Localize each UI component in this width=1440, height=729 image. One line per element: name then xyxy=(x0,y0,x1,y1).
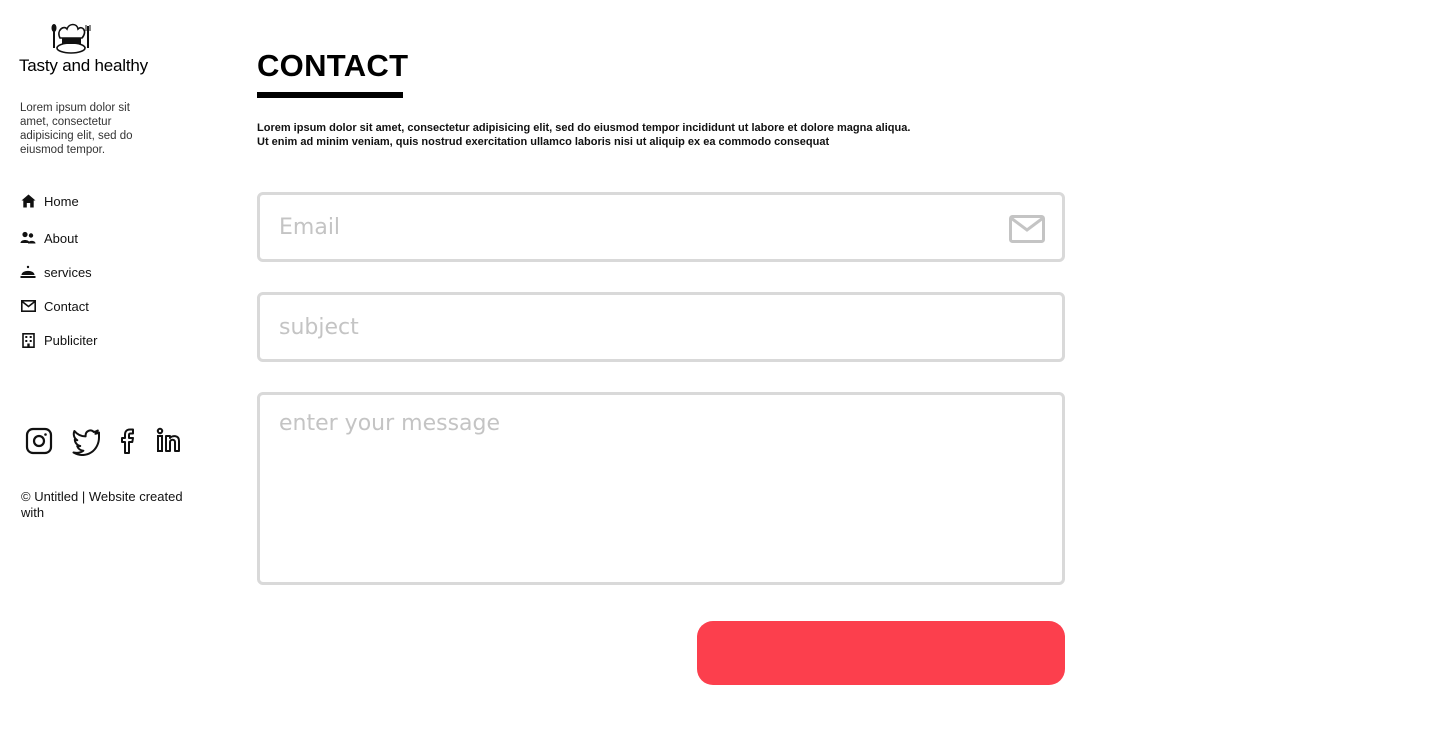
sidebar-item-label: services xyxy=(44,264,92,280)
footer-credit: © Untitled | Website created with xyxy=(21,489,183,520)
message-field-wrapper xyxy=(257,392,1065,585)
sidebar-item-label: Home xyxy=(44,193,79,209)
sidebar-item-contact[interactable]: Contact xyxy=(20,296,200,316)
building-icon xyxy=(20,332,36,348)
brand-name: Tasty and healthy xyxy=(19,56,148,75)
sidebar-item-label: Publiciter xyxy=(44,332,98,348)
envelope-icon xyxy=(20,298,36,314)
title-underline xyxy=(257,92,403,98)
users-icon xyxy=(20,230,36,246)
intro-line-1: Lorem ipsum dolor sit amet, consectetur … xyxy=(257,122,911,134)
sidebar: Tasty and healthy Lorem ipsum dolor sit … xyxy=(0,0,220,729)
subject-field-wrapper xyxy=(257,292,1065,362)
home-icon xyxy=(20,193,36,209)
linkedin-icon[interactable] xyxy=(155,426,185,456)
send-button[interactable] xyxy=(697,621,1065,685)
sidebar-item-publiciter[interactable]: Publiciter xyxy=(20,330,200,350)
mail-icon xyxy=(1009,215,1045,243)
service-bell-icon xyxy=(20,264,36,280)
sidebar-item-label: Contact xyxy=(44,298,89,314)
brand-tagline: Lorem ipsum dolor sit amet, consectetur … xyxy=(20,102,133,156)
sidebar-item-services[interactable]: services xyxy=(20,262,200,282)
chef-hat-cutlery-icon xyxy=(51,23,91,54)
sidebar-item-home[interactable]: Home xyxy=(20,191,200,211)
email-field[interactable] xyxy=(260,195,1062,259)
subject-field[interactable] xyxy=(260,295,1062,359)
twitter-icon[interactable] xyxy=(71,426,101,457)
sidebar-item-label: About xyxy=(44,230,78,246)
sidebar-item-about[interactable]: About xyxy=(20,228,200,248)
email-field-wrapper xyxy=(257,192,1065,262)
instagram-icon[interactable] xyxy=(24,426,54,456)
intro-text: Lorem ipsum dolor sit amet, consectetur … xyxy=(257,121,977,149)
facebook-icon[interactable] xyxy=(114,426,144,456)
page-title: CONTACT xyxy=(257,48,409,83)
intro-line-2: Ut enim ad minim veniam, quis nostrud ex… xyxy=(257,136,830,148)
message-textarea[interactable] xyxy=(260,395,1062,582)
